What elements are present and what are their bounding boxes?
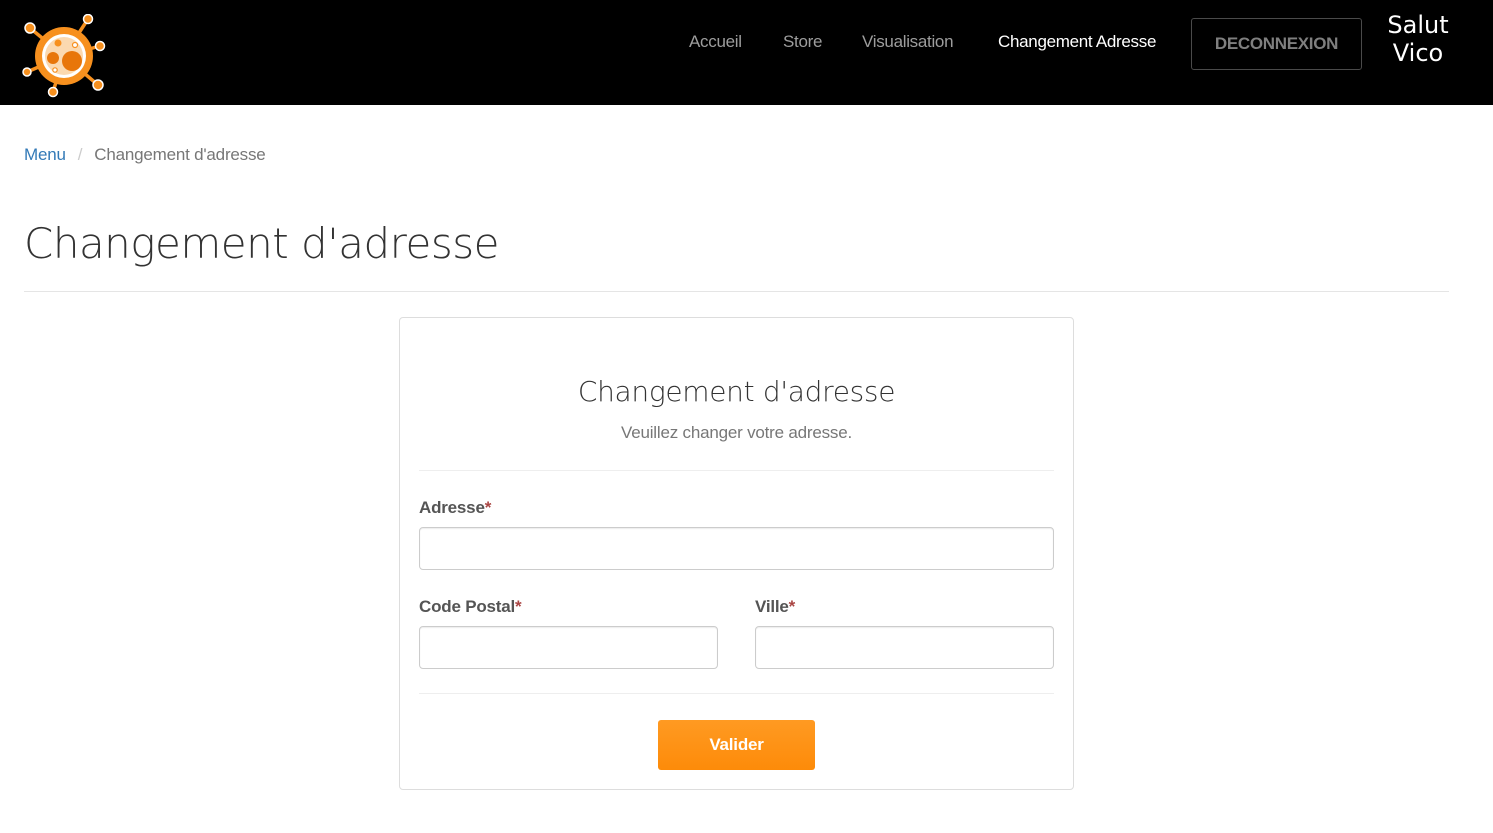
user-greeting: Salut Vico xyxy=(1380,11,1456,67)
breadcrumb-separator: / xyxy=(77,145,83,164)
ville-label: Ville* xyxy=(755,596,795,618)
adresse-label-text: Adresse xyxy=(419,498,485,517)
logout-button[interactable]: DECONNEXION xyxy=(1191,18,1362,70)
nav-link-accueil[interactable]: Accueil xyxy=(689,31,742,53)
required-marker: * xyxy=(515,597,522,616)
form-divider-bottom xyxy=(419,693,1054,694)
address-form-card: Changement d'adresse Veuillez changer vo… xyxy=(399,317,1074,790)
greeting-salut: Salut xyxy=(1387,11,1449,39)
adresse-input[interactable] xyxy=(419,527,1054,570)
ville-label-text: Ville xyxy=(755,597,789,616)
nav-link-store[interactable]: Store xyxy=(783,31,822,53)
submit-button[interactable]: Valider xyxy=(658,720,815,770)
form-divider-top xyxy=(419,470,1054,471)
page-title: Changement d'adresse xyxy=(24,219,499,268)
code-postal-label-text: Code Postal xyxy=(419,597,516,616)
nav-link-visualisation[interactable]: Visualisation xyxy=(862,31,954,53)
adresse-label: Adresse* xyxy=(419,497,491,519)
form-title: Changement d'adresse xyxy=(577,375,896,408)
code-postal-label: Code Postal* xyxy=(419,596,522,618)
greeting-username: Vico xyxy=(1392,39,1444,67)
breadcrumb-current: Changement d'adresse xyxy=(94,145,266,164)
top-navbar: Accueil Store Visualisation Changement A… xyxy=(0,0,1493,105)
form-subtitle: Veuillez changer votre adresse. xyxy=(621,423,852,442)
title-divider xyxy=(24,291,1449,292)
ville-input[interactable] xyxy=(755,626,1054,669)
breadcrumb: Menu / Changement d'adresse xyxy=(24,144,266,166)
nav-link-changement-adresse[interactable]: Changement Adresse xyxy=(998,31,1156,53)
required-marker: * xyxy=(788,597,796,616)
virus-logo-icon[interactable] xyxy=(22,14,106,98)
required-marker: * xyxy=(484,498,492,517)
code-postal-input[interactable] xyxy=(419,626,718,669)
breadcrumb-menu-link[interactable]: Menu xyxy=(24,145,66,164)
